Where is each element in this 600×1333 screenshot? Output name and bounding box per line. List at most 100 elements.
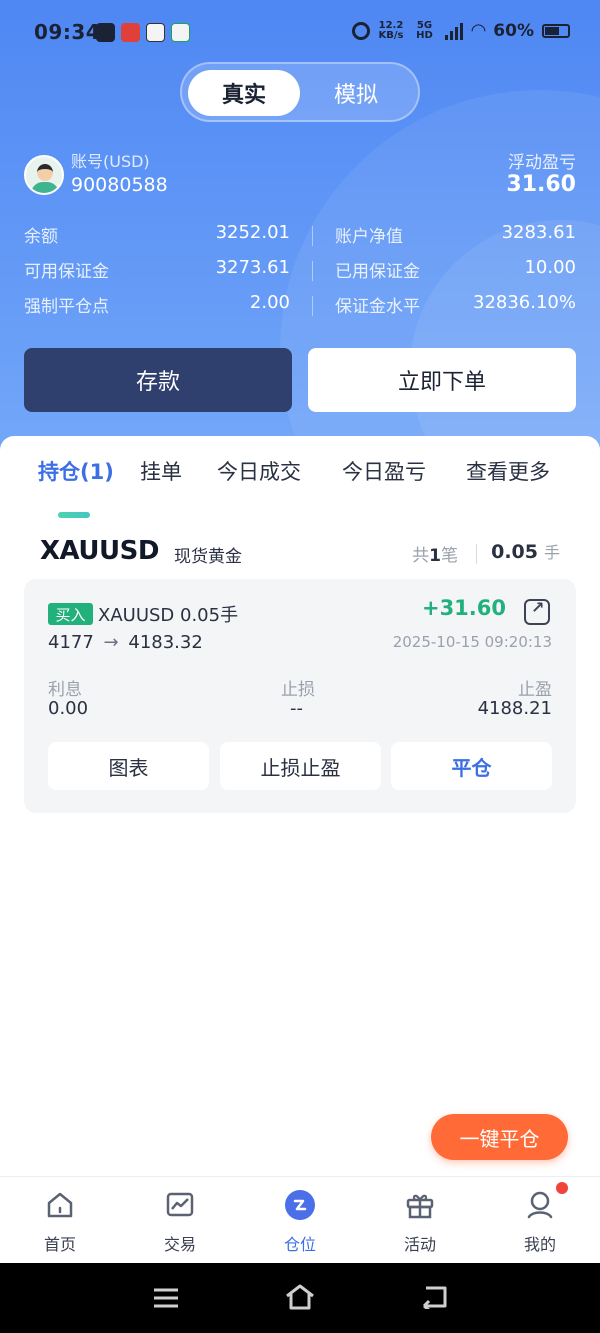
battery-icon xyxy=(542,23,570,38)
buy-badge: 买入 xyxy=(48,603,93,625)
stat-row: 可用保证金 3273.61 已用保证金 10.00 xyxy=(24,253,576,288)
count-value: 1 xyxy=(429,546,441,566)
deposit-button[interactable]: 存款 xyxy=(24,348,292,412)
divider xyxy=(476,544,477,564)
system-nav-bar xyxy=(0,1263,600,1333)
network-type: 5G HD xyxy=(416,19,433,41)
app-notification-icon xyxy=(121,23,140,42)
tab-view-more[interactable]: 查看更多 xyxy=(466,456,550,486)
tab-positions[interactable]: 持仓(1) xyxy=(38,456,114,486)
network-speed: 12.2 KB/s xyxy=(378,19,404,41)
share-icon[interactable] xyxy=(524,598,550,625)
trade-chart-icon xyxy=(166,1192,194,1217)
position-time: 2025-10-15 09:20:13 xyxy=(392,633,552,651)
account-label: 账号(USD) xyxy=(71,152,150,171)
active-tab-indicator xyxy=(58,512,90,518)
home-button-icon[interactable] xyxy=(284,1283,316,1311)
menu-icon[interactable] xyxy=(152,1287,180,1309)
stop-loss-value: -- xyxy=(290,698,303,719)
place-order-button[interactable]: 立即下单 xyxy=(308,348,576,412)
stat-value: 3252.01 xyxy=(215,222,290,243)
position-prices: 4177 → 4183.32 xyxy=(48,632,203,653)
floating-pnl-value: 31.60 xyxy=(506,172,576,197)
mode-demo-tab[interactable]: 模拟 xyxy=(300,70,412,116)
floating-pnl-label: 浮动盈亏 xyxy=(508,153,576,173)
position-profit: +31.60 xyxy=(421,596,506,620)
close-all-button[interactable]: 一键平仓 xyxy=(431,1114,568,1160)
account-stats: 余额 3252.01 账户净值 3283.61 可用保证金 3273.61 已用… xyxy=(24,218,576,323)
count-prefix: 共 xyxy=(412,546,430,566)
symbol-group-header: XAUUSD 现货黄金 共1笔 0.05 手 xyxy=(0,536,600,572)
current-price: 4183.32 xyxy=(128,632,203,653)
stat-divider xyxy=(312,226,313,246)
stat-label: 可用保证金 xyxy=(24,262,109,282)
stat-divider xyxy=(312,296,313,316)
count-suffix: 笔 xyxy=(441,546,458,566)
position-icon xyxy=(285,1190,315,1220)
nav-label: 交易 xyxy=(163,1235,196,1254)
nav-label: 我的 xyxy=(523,1235,556,1254)
profile-icon xyxy=(527,1191,553,1219)
tab-pending-orders[interactable]: 挂单 xyxy=(140,456,182,486)
back-icon[interactable] xyxy=(418,1285,448,1309)
alarm-icon xyxy=(352,21,371,40)
tab-today-deals[interactable]: 今日成交 xyxy=(217,456,301,486)
arrow-right-icon: → xyxy=(103,632,119,653)
stat-label: 强制平仓点 xyxy=(24,297,109,317)
avatar[interactable] xyxy=(24,155,64,195)
close-position-button[interactable]: 平仓 xyxy=(391,742,552,790)
interest-label: 利息 xyxy=(48,680,82,700)
position-count: 共1笔 xyxy=(412,541,458,566)
stat-row: 余额 3252.01 账户净值 3283.61 xyxy=(24,218,576,253)
nav-activities[interactable]: 活动 xyxy=(370,1187,470,1257)
stat-value: 10.00 xyxy=(524,257,576,278)
battery-percent: 60% xyxy=(493,20,534,41)
position-symbol-lots: XAUUSD 0.05手 xyxy=(98,605,239,626)
stat-label: 账户净值 xyxy=(335,227,403,247)
nav-profile[interactable]: 我的 xyxy=(490,1187,590,1257)
position-card[interactable]: 买入 XAUUSD 0.05手 4177 → 4183.32 +31.60 20… xyxy=(24,579,576,813)
signal-icon xyxy=(445,22,464,40)
status-app-icons xyxy=(96,23,190,42)
symbol-description: 现货黄金 xyxy=(174,547,242,567)
nav-positions[interactable]: 仓位 xyxy=(250,1187,350,1257)
speed-unit: KB/s xyxy=(378,29,404,41)
account-number: 90080588 xyxy=(71,174,168,196)
wifi-icon: ◠ xyxy=(471,20,486,41)
home-icon xyxy=(47,1192,73,1218)
gift-icon xyxy=(406,1194,434,1219)
sl-tp-button[interactable]: 止损止盈 xyxy=(220,742,381,790)
status-bar: 09:34 12.2 KB/s 5G HD ◠ 60% xyxy=(0,0,600,66)
app-notification-icon xyxy=(96,23,115,42)
open-price: 4177 xyxy=(48,632,94,653)
nav-label: 活动 xyxy=(403,1235,436,1254)
symbol-name: XAUUSD xyxy=(40,536,159,566)
chart-button[interactable]: 图表 xyxy=(48,742,209,790)
nav-label: 首页 xyxy=(43,1235,76,1254)
bottom-nav: 首页 交易 仓位 活动 我的 xyxy=(0,1176,600,1263)
stat-value: 3283.61 xyxy=(501,222,576,243)
speed-value: 12.2 xyxy=(378,19,404,31)
lots-value: 0.05 xyxy=(491,541,538,563)
stat-label: 保证金水平 xyxy=(335,297,420,317)
stat-divider xyxy=(312,261,313,281)
positions-panel: 持仓(1) 挂单 今日成交 今日盈亏 查看更多 XAUUSD 现货黄金 共1笔 … xyxy=(0,436,600,1176)
take-profit-value: 4188.21 xyxy=(477,698,552,719)
position-tabs: 持仓(1) 挂单 今日成交 今日盈亏 查看更多 xyxy=(0,450,600,518)
nav-home[interactable]: 首页 xyxy=(10,1187,110,1257)
status-time: 09:34 xyxy=(34,20,101,44)
mode-real-tab[interactable]: 真实 xyxy=(188,70,300,116)
stat-value: 32836.10% xyxy=(473,292,576,313)
notification-dot xyxy=(556,1182,568,1194)
mode-toggle: 真实 模拟 xyxy=(180,62,420,122)
lots-unit: 手 xyxy=(543,543,560,562)
stat-value: 3273.61 xyxy=(215,257,290,278)
status-indicators: 12.2 KB/s 5G HD ◠ 60% xyxy=(352,20,570,41)
app-notification-icon xyxy=(146,23,165,42)
tab-today-pnl[interactable]: 今日盈亏 xyxy=(342,456,426,486)
app-notification-icon xyxy=(171,23,190,42)
stop-loss-label: 止损 xyxy=(281,680,315,700)
take-profit-label: 止盈 xyxy=(518,680,552,700)
nav-trade[interactable]: 交易 xyxy=(130,1187,230,1257)
stat-label: 余额 xyxy=(24,227,58,247)
